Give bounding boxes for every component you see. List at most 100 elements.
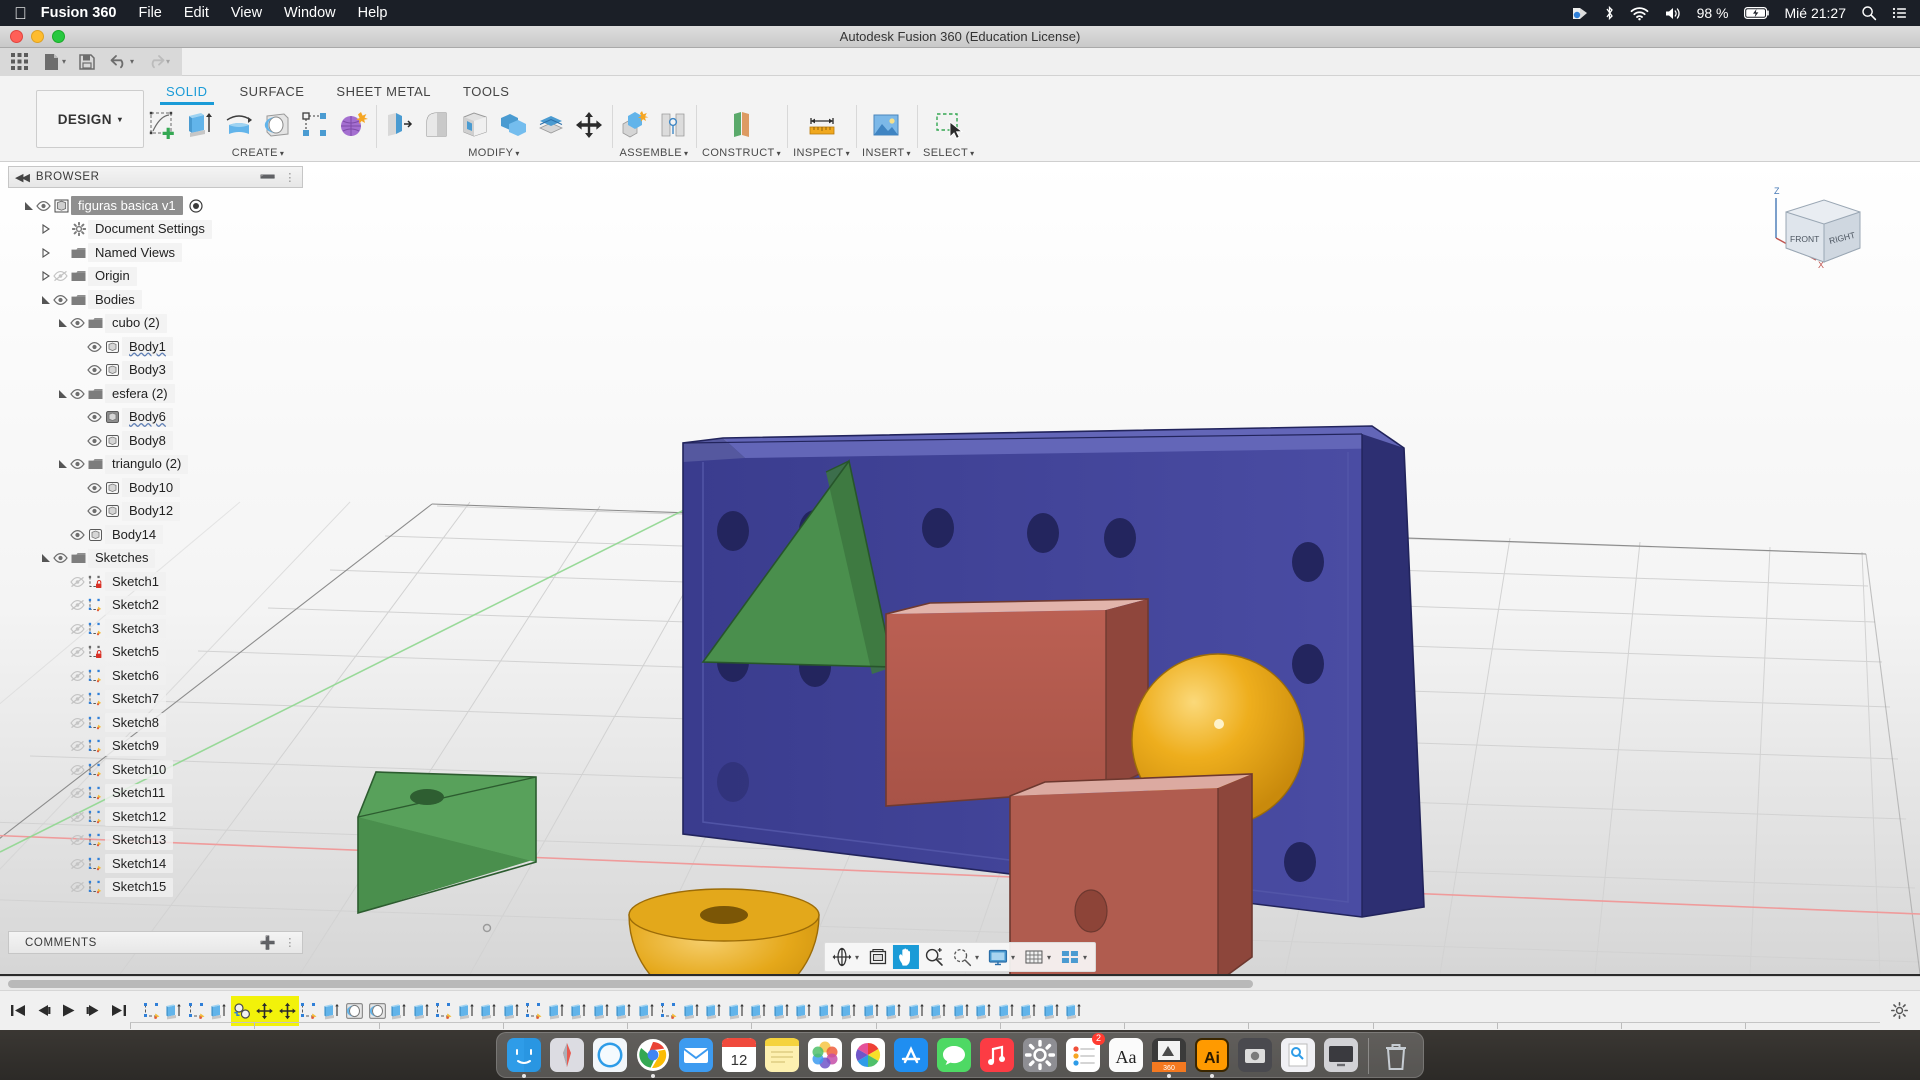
dock-app-store-icon[interactable]: [892, 1036, 930, 1074]
timeline-feature-sketch[interactable]: [141, 996, 164, 1026]
browser-item-sketch2[interactable]: Sketch2: [8, 594, 303, 618]
eye-hidden-icon[interactable]: [69, 623, 86, 635]
pattern-icon[interactable]: [298, 108, 332, 142]
timeline-feature-extrude[interactable]: [839, 996, 862, 1026]
timeline-settings-gear-icon[interactable]: [1891, 1002, 1914, 1019]
collapse-panel-icon[interactable]: ◀◀: [15, 171, 30, 184]
timeline-feature-extrude[interactable]: [569, 996, 592, 1026]
browser-item-figuras-basica-v1[interactable]: figuras basica v1: [8, 194, 303, 218]
ribbon-group-label-construct[interactable]: CONSTRUCT ▾: [702, 147, 781, 159]
browser-item-sketch8[interactable]: Sketch8: [8, 711, 303, 735]
eye-hidden-icon[interactable]: [52, 270, 69, 282]
battery-charging-icon[interactable]: [1743, 6, 1770, 20]
bluetooth-icon[interactable]: [1604, 5, 1615, 21]
expand-arrow-open-icon[interactable]: [39, 552, 52, 565]
timeline-feature-sketch[interactable]: [524, 996, 547, 1026]
timeline-feature-extrude[interactable]: [591, 996, 614, 1026]
eye-hidden-icon[interactable]: [69, 811, 86, 823]
timeline-feature-extrude[interactable]: [704, 996, 727, 1026]
activate-component-radio[interactable]: [188, 199, 203, 213]
dock-color-wheel-icon[interactable]: [849, 1036, 887, 1074]
form-icon[interactable]: [336, 108, 370, 142]
panel-resize-grip[interactable]: ⋮: [284, 171, 296, 184]
eye-visible-icon[interactable]: [69, 388, 86, 400]
timeline-feature-extrude[interactable]: [389, 996, 412, 1026]
eye-hidden-icon[interactable]: [69, 834, 86, 846]
redo-dropdown-caret[interactable]: ▾: [166, 57, 170, 66]
dock-system-settings-icon[interactable]: [1021, 1036, 1059, 1074]
ribbon-group-label-modify[interactable]: MODIFY ▾: [468, 147, 520, 159]
viewport-horizontal-scrollbar[interactable]: [0, 976, 1920, 990]
timeline-feature-extrude[interactable]: [996, 996, 1019, 1026]
timeline-feature-extrude[interactable]: [861, 996, 884, 1026]
eye-visible-icon[interactable]: [69, 317, 86, 329]
dock-mail-icon[interactable]: [677, 1036, 715, 1074]
tab-solid[interactable]: SOLID: [150, 80, 224, 105]
browser-item-sketches[interactable]: Sketches: [8, 547, 303, 571]
timeline-feature-extrude[interactable]: [546, 996, 569, 1026]
eye-hidden-icon[interactable]: [69, 693, 86, 705]
maximize-window-button[interactable]: [52, 30, 65, 43]
timeline-feature-sketch[interactable]: [299, 996, 322, 1026]
browser-item-sketch11[interactable]: Sketch11: [8, 782, 303, 806]
eye-visible-icon[interactable]: [35, 200, 52, 212]
timeline-feature-extrude[interactable]: [974, 996, 997, 1026]
dock-fusion-360-icon[interactable]: 360: [1150, 1036, 1188, 1078]
browser-item-cubo-2[interactable]: cubo (2): [8, 312, 303, 336]
grid-apps-icon[interactable]: [4, 50, 34, 74]
menu-view[interactable]: View: [231, 5, 262, 21]
eye-hidden-icon[interactable]: [69, 764, 86, 776]
step-back-icon[interactable]: [31, 996, 56, 1026]
expand-arrow-closed-icon[interactable]: [39, 223, 52, 236]
browser-item-esfera-2[interactable]: esfera (2): [8, 382, 303, 406]
browser-item-sketch7[interactable]: Sketch7: [8, 688, 303, 712]
wifi-icon[interactable]: [1630, 6, 1649, 21]
view-cube[interactable]: Z X FRONT RIGHT: [1752, 176, 1872, 286]
look-at-icon[interactable]: [865, 945, 891, 969]
eye-hidden-icon[interactable]: [69, 670, 86, 682]
timeline-feature-extrude[interactable]: [929, 996, 952, 1026]
timeline-feature-extrude[interactable]: [1019, 996, 1042, 1026]
dock-display-icon[interactable]: [1322, 1036, 1360, 1074]
browser-item-bodies[interactable]: Bodies: [8, 288, 303, 312]
eye-hidden-icon[interactable]: [69, 881, 86, 893]
browser-item-body1[interactable]: Body1: [8, 335, 303, 359]
shell-icon[interactable]: [458, 108, 492, 142]
ribbon-group-label-inspect[interactable]: INSPECT ▾: [793, 147, 850, 159]
timeline-feature-extrude[interactable]: [411, 996, 434, 1026]
dock-finder-icon[interactable]: [505, 1036, 543, 1078]
eye-hidden-icon[interactable]: [69, 740, 86, 752]
expand-arrow-open-icon[interactable]: [56, 387, 69, 400]
dock-illustrator-icon[interactable]: Ai: [1193, 1036, 1231, 1078]
orbit-dropdown-caret[interactable]: ▾: [855, 953, 859, 962]
ribbon-group-label-create[interactable]: CREATE ▾: [232, 147, 285, 159]
tab-sheet-metal[interactable]: SHEET METAL: [320, 80, 447, 104]
menu-help[interactable]: Help: [358, 5, 388, 21]
ribbon-group-label-select[interactable]: SELECT ▾: [923, 147, 975, 159]
eye-hidden-icon[interactable]: [69, 646, 86, 658]
timeline-feature-extrude[interactable]: [456, 996, 479, 1026]
eye-visible-icon[interactable]: [86, 505, 103, 517]
eye-hidden-icon[interactable]: [69, 599, 86, 611]
scrollbar-thumb[interactable]: [8, 980, 1253, 988]
browser-item-document-settings[interactable]: Document Settings: [8, 218, 303, 242]
viewports-dropdown-caret[interactable]: ▾: [1083, 953, 1087, 962]
browser-item-triangulo-2[interactable]: triangulo (2): [8, 453, 303, 477]
fillet-icon[interactable]: [420, 108, 454, 142]
browser-item-body6[interactable]: Body6: [8, 406, 303, 430]
zoom-window-dropdown-caret[interactable]: ▾: [975, 953, 979, 962]
browser-item-named-views[interactable]: Named Views: [8, 241, 303, 265]
dock-trash-icon[interactable]: [1377, 1036, 1415, 1074]
measure-icon[interactable]: [805, 108, 839, 142]
new-file-dropdown-caret[interactable]: ▾: [62, 57, 66, 66]
eye-hidden-icon[interactable]: [69, 717, 86, 729]
timeline-features[interactable]: [141, 995, 1086, 1026]
browser-item-body3[interactable]: Body3: [8, 359, 303, 383]
plus-circle-icon[interactable]: ➕: [260, 935, 277, 951]
comments-panel-header[interactable]: COMMENTS ➕ ⋮: [8, 931, 303, 954]
workspace-switcher-design[interactable]: DESIGN ▾: [36, 90, 144, 148]
eye-visible-icon[interactable]: [69, 458, 86, 470]
combine-icon[interactable]: [496, 108, 530, 142]
browser-item-sketch13[interactable]: Sketch13: [8, 829, 303, 853]
dock-chrome-icon[interactable]: [634, 1036, 672, 1078]
